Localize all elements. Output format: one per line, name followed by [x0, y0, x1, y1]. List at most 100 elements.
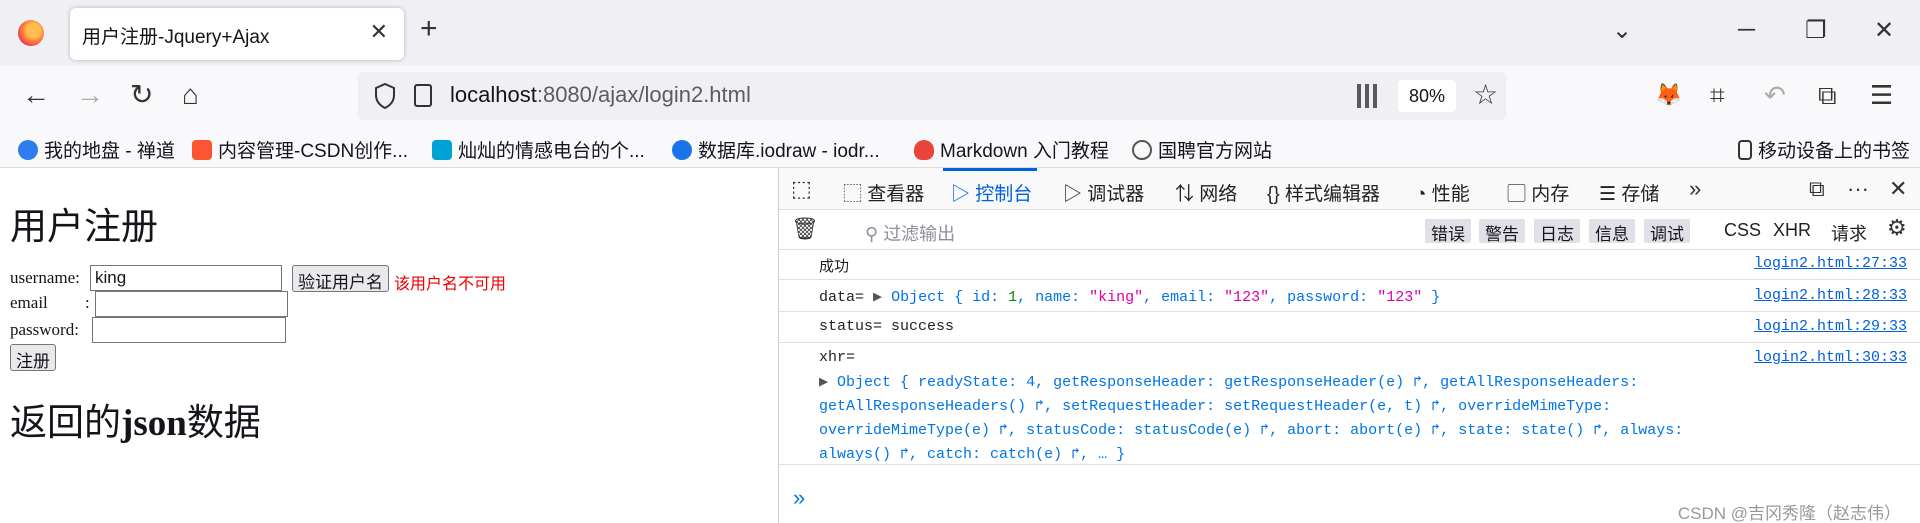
firefox-logo-icon[interactable] — [18, 20, 44, 46]
filter-xhr[interactable]: XHR — [1773, 220, 1811, 241]
tab-performance[interactable]: ◔ 性能 — [1415, 179, 1470, 206]
tab-debugger[interactable]: ▷ 调试器 — [1063, 179, 1144, 206]
register-button[interactable]: 注册 — [10, 344, 56, 371]
trash-icon[interactable]: 🗑 — [791, 216, 819, 242]
close-devtools-icon[interactable]: ✕ — [1889, 176, 1907, 202]
xhr-object-line: getAllResponseHeaders() ↱, setRequestHea… — [819, 398, 1612, 415]
filter-css[interactable]: CSS — [1724, 220, 1761, 241]
url-text[interactable]: localhost:8080/ajax/login2.html — [450, 82, 751, 108]
bookmarks-bar: 我的地盘 - 禅道 内容管理-CSDN创作... 灿灿的情感电台的个... 数据… — [0, 128, 1920, 168]
bookmark-item[interactable]: 数据库.iodraw - iodr... — [672, 136, 880, 163]
email-input[interactable] — [95, 291, 288, 317]
filter-input[interactable]: ⚲ 过滤输出 — [865, 220, 955, 246]
mobile-bookmarks[interactable]: 移动设备上的书签 — [1738, 136, 1910, 163]
bookmark-item[interactable]: 内容管理-CSDN创作... — [192, 136, 408, 163]
avatar-icon[interactable]: 🦊 — [1655, 80, 1682, 110]
list-tabs-icon[interactable]: ⌄ — [1612, 16, 1632, 45]
page-content: 用户注册 username: king 验证用户名 该用户名不可用 email … — [0, 168, 778, 523]
tracking-shield-icon[interactable] — [374, 83, 396, 109]
object-key: , email: — [1143, 289, 1225, 306]
tab-network[interactable]: ⇅ 网络 — [1175, 179, 1237, 206]
more-tools-icon[interactable]: » — [1689, 176, 1701, 202]
object-id: 1 — [1008, 289, 1018, 306]
username-label: username: — [10, 268, 80, 287]
object-tail: } — [1422, 289, 1441, 306]
tab-inspector[interactable]: ⬚ 查看器 — [843, 179, 924, 206]
bookmark-label: 内容管理-CSDN创作... — [218, 141, 409, 162]
console-message: xhr= login2.html:30:33 ▶ Object { readyS… — [779, 343, 1920, 465]
message-location[interactable]: login2.html:27:33 — [1754, 255, 1907, 272]
filter-errors[interactable]: 错误 — [1425, 219, 1471, 244]
tab-style-editor[interactable]: {} 样式编辑器 — [1267, 179, 1380, 206]
bookmark-favicon-icon — [914, 139, 934, 160]
filter-info[interactable]: 信息 — [1589, 219, 1635, 244]
bookmark-favicon-icon — [672, 139, 692, 160]
message-location[interactable]: login2.html:30:33 — [1754, 349, 1907, 366]
console-message: 成功 login2.html:27:33 — [779, 250, 1920, 280]
expand-twisty-icon[interactable]: ▶ — [873, 289, 891, 306]
message-location[interactable]: login2.html:29:33 — [1754, 318, 1907, 335]
message-text: 成功 — [819, 258, 850, 275]
bookmark-item[interactable]: 我的地盘 - 禅道 — [18, 136, 175, 163]
bookmark-item[interactable]: 灿灿的情感电台的个... — [432, 136, 645, 163]
filter-requests[interactable]: 请求 — [1831, 220, 1867, 246]
tab-storage[interactable]: ☰ 存储 — [1599, 179, 1659, 206]
back-icon[interactable]: ← — [22, 80, 50, 110]
message-location[interactable]: login2.html:28:33 — [1754, 287, 1907, 304]
object-head[interactable]: Object { id: — [891, 289, 1008, 306]
password-label: password: — [10, 320, 79, 339]
bookmark-label: 移动设备上的书签 — [1758, 141, 1911, 162]
close-tab-icon[interactable]: ✕ — [370, 19, 388, 45]
menu-icon[interactable]: ☰ — [1870, 80, 1893, 110]
tab-label: 查看器 — [867, 184, 925, 205]
bookmark-label: 国聘官方网站 — [1158, 141, 1273, 162]
settings-gear-icon[interactable]: ⚙ — [1887, 215, 1907, 241]
filter-warnings[interactable]: 警告 — [1479, 219, 1525, 244]
restore-icon[interactable]: ❐ — [1805, 16, 1827, 45]
extensions-icon[interactable]: ⧉ — [1818, 80, 1837, 110]
check-username-button[interactable]: 验证用户名 — [292, 265, 389, 292]
qr-code-icon[interactable] — [1357, 84, 1381, 108]
new-tab-icon[interactable]: + — [420, 14, 438, 44]
filter-logs[interactable]: 日志 — [1534, 219, 1580, 244]
console-input[interactable]: » CSDN @吉冈秀隆（赵志伟） — [779, 475, 1920, 523]
forward-icon[interactable]: → — [76, 80, 104, 110]
devtools-toolbar: ⬚ ⬚ 查看器 ▷ 控制台 ▷ 调试器 ⇅ 网络 {} 样式编辑器 ◔ 性能 ▢… — [779, 168, 1920, 210]
prompt-chevron-icon: » — [793, 485, 806, 510]
devtools-panel: ⬚ ⬚ 查看器 ▷ 控制台 ▷ 调试器 ⇅ 网络 {} 样式编辑器 ◔ 性能 ▢… — [778, 168, 1920, 523]
reload-icon[interactable]: ↻ — [130, 80, 153, 110]
bookmark-item[interactable]: 国聘官方网站 — [1132, 136, 1272, 163]
page-info-icon[interactable] — [414, 84, 432, 107]
bookmark-star-icon[interactable]: ☆ — [1473, 78, 1498, 111]
tab-active[interactable]: 用户注册-Jquery+Ajax ✕ — [70, 8, 404, 60]
json-heading: 返回的json数据 — [10, 392, 261, 446]
object-email: "123" — [1224, 289, 1270, 306]
more-options-icon[interactable]: ··· — [1847, 176, 1869, 202]
crop-icon[interactable]: ⌗ — [1710, 80, 1725, 110]
tab-title: 用户注册-Jquery+Ajax — [82, 27, 270, 48]
message-text: data= ▶ Object { id: 1, name: "king", em… — [819, 287, 1440, 306]
close-window-icon[interactable]: ✕ — [1874, 16, 1894, 45]
zoom-level[interactable]: 80% — [1398, 80, 1456, 112]
tab-label: 样式编辑器 — [1284, 184, 1380, 205]
xhr-object-line[interactable]: ▶ Object { readyState: 4, getResponseHea… — [819, 372, 1638, 391]
bookmark-item[interactable]: Markdown 入门教程 — [914, 136, 1109, 163]
username-input[interactable]: king — [90, 265, 282, 291]
message-prefix: xhr= — [819, 349, 856, 366]
dock-icon[interactable]: ⧉ — [1809, 176, 1825, 202]
element-picker-icon[interactable]: ⬚ — [791, 176, 812, 202]
tab-memory[interactable]: ▢ 内存 — [1507, 179, 1569, 206]
page-title: 用户注册 — [10, 207, 158, 248]
expand-twisty-icon[interactable]: ▶ — [819, 374, 837, 391]
tab-label: 网络 — [1199, 184, 1238, 205]
password-input[interactable] — [92, 317, 286, 343]
url-bar[interactable]: localhost:8080/ajax/login2.html 80% ☆ — [358, 72, 1506, 120]
home-icon[interactable]: ⌂ — [182, 80, 199, 110]
tab-console[interactable]: ▷ 控制台 — [951, 179, 1032, 206]
minimize-icon[interactable]: ─ — [1738, 16, 1755, 44]
filter-placeholder: 过滤输出 — [883, 224, 956, 244]
filter-debug[interactable]: 调试 — [1644, 219, 1690, 244]
tab-label: 控制台 — [975, 184, 1033, 205]
undo-icon[interactable]: ↶ — [1764, 80, 1786, 110]
tab-label: 内存 — [1531, 184, 1570, 205]
